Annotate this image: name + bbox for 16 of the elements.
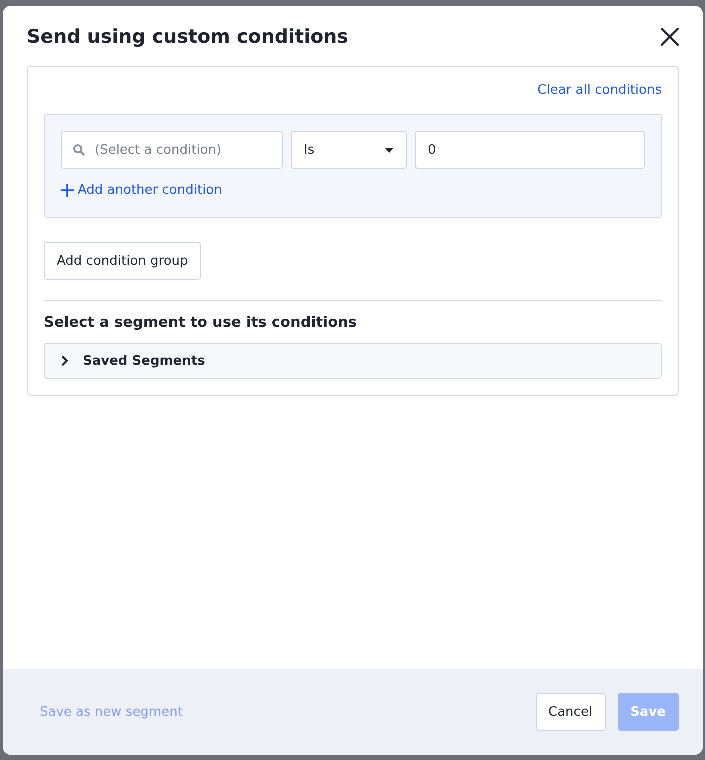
clear-all-link[interactable]: Clear all conditions	[538, 83, 662, 98]
operator-dropdown[interactable]: Is	[291, 131, 407, 169]
close-button[interactable]	[661, 28, 679, 46]
section-heading: Select a segment to use its conditions	[44, 315, 357, 331]
add-condition-link[interactable]: Add another condition	[61, 183, 222, 198]
condition-search-field[interactable]: (Select a condition)	[61, 131, 283, 169]
saved-segments-accordion[interactable]: Saved Segments	[44, 343, 662, 379]
close-icon	[661, 28, 679, 46]
chevron-icon	[61, 355, 69, 367]
search-icon	[73, 144, 85, 156]
cancel-button[interactable]: Cancel	[536, 693, 606, 731]
add-condition-group-button[interactable]: Add condition group	[44, 242, 202, 280]
caret-icon	[385, 148, 394, 152]
plus-icon	[61, 184, 74, 197]
dialog-title: Send using custom conditions	[27, 26, 348, 48]
value-field[interactable]: 0	[415, 131, 645, 169]
